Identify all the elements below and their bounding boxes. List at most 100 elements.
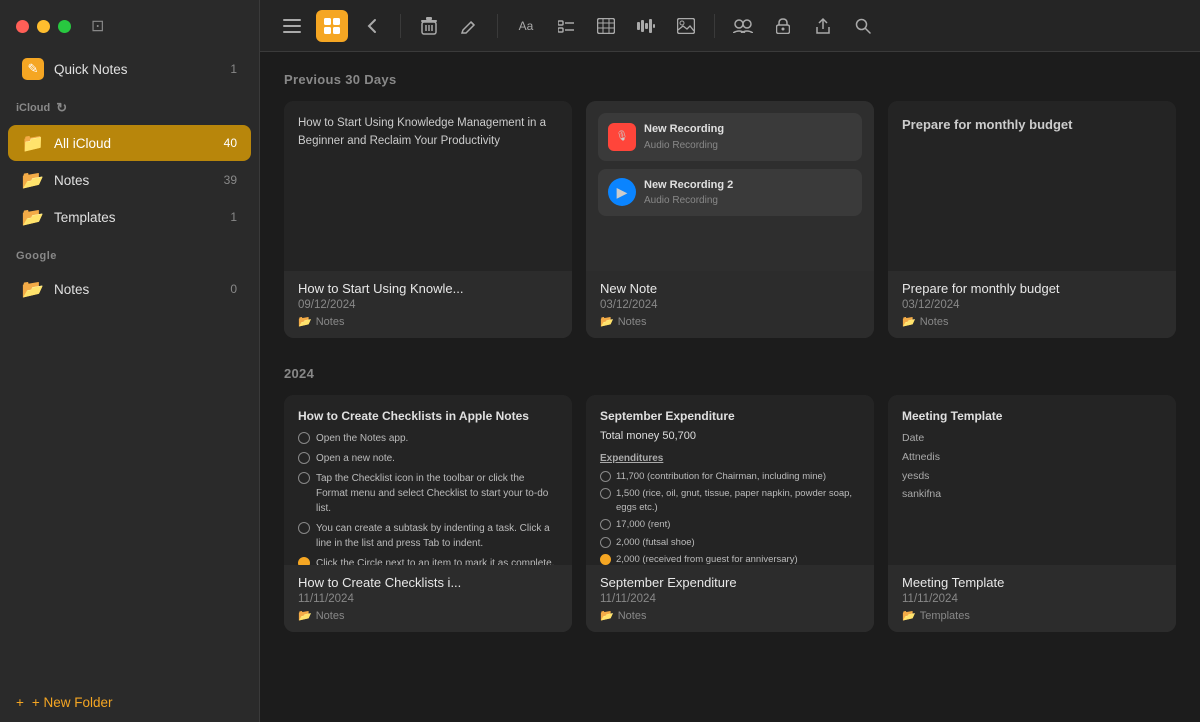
note-preview: How to Start Using Knowledge Management … xyxy=(284,101,572,271)
sidebar-item-quick-notes[interactable]: ✎ Quick Notes 1 xyxy=(8,51,251,87)
grid-view-button[interactable] xyxy=(316,10,348,42)
note-preview-meeting: Meeting Template Date Attnedis yesds san… xyxy=(888,395,1176,565)
note-card-knowledge-mgmt[interactable]: How to Start Using Knowledge Management … xyxy=(284,101,572,338)
note-info-2: New Note 03/12/2024 📂 Notes xyxy=(586,271,874,338)
exp-dot xyxy=(600,537,611,548)
folder-icon-6: 📂 xyxy=(902,609,916,622)
budget-preview-title: Prepare for monthly budget xyxy=(902,115,1072,135)
note-folder: 📂 Notes xyxy=(298,315,558,328)
exp-text: 11,700 (contribution for Chairman, inclu… xyxy=(616,470,826,484)
sidebar-item-count: 39 xyxy=(224,173,237,187)
note-folder-4: 📂 Notes xyxy=(298,609,558,622)
close-button[interactable] xyxy=(16,20,29,33)
exp-item-1: 11,700 (contribution for Chairman, inclu… xyxy=(600,470,860,484)
exp-dot-checked xyxy=(600,554,611,565)
note-date-4: 11/11/2024 xyxy=(298,593,558,605)
sidebar-item-label: All iCloud xyxy=(54,136,214,151)
list-view-button[interactable] xyxy=(276,10,308,42)
meeting-field-4: sankifna xyxy=(902,487,1162,503)
collab-button[interactable] xyxy=(727,10,759,42)
sidebar-item-label: Quick Notes xyxy=(54,62,220,77)
sidebar-item-label: Notes xyxy=(54,173,214,188)
note-info-6: Meeting Template 11/11/2024 📂 Templates xyxy=(888,565,1176,632)
note-card-meeting[interactable]: Meeting Template Date Attnedis yesds san… xyxy=(888,395,1176,632)
exp-total: Total money 50,700 xyxy=(600,428,860,445)
sidebar-item-icloud-templates[interactable]: 📂 Templates 1 xyxy=(8,199,251,235)
sidebar-toggle-button[interactable]: ⊡ xyxy=(91,16,104,36)
play-icon: ▶ xyxy=(608,178,636,206)
media-button[interactable] xyxy=(670,10,702,42)
audio-item-info: New Recording Audio Recording xyxy=(644,121,852,153)
checklist-text: You can create a subtask by indenting a … xyxy=(316,521,558,551)
checklist-item-3: Tap the Checklist icon in the toolbar or… xyxy=(298,471,558,516)
folder-icon: 📂 xyxy=(22,278,44,300)
note-card-expenditure[interactable]: September Expenditure Total money 50,700… xyxy=(586,395,874,632)
share-button[interactable] xyxy=(807,10,839,42)
checklist-text: Open the Notes app. xyxy=(316,431,408,446)
exp-text: 17,000 (rent) xyxy=(616,518,670,532)
checklist-circle xyxy=(298,452,310,464)
section-title-2024: 2024 xyxy=(284,366,1176,381)
audio-title: New Recording xyxy=(644,121,852,138)
checklist-circle xyxy=(298,472,310,484)
folder-icon-2: 📂 xyxy=(600,315,614,328)
sync-icon: ↻ xyxy=(56,100,67,116)
icloud-label-text: iCloud xyxy=(16,102,50,114)
meeting-title: Meeting Template xyxy=(902,407,1162,425)
audio-sub-2: Audio Recording xyxy=(644,193,852,208)
icloud-group-label: iCloud ↻ xyxy=(0,92,259,120)
note-preview-budget: Prepare for monthly budget xyxy=(888,101,1176,271)
maximize-button[interactable] xyxy=(58,20,71,33)
note-folder-6: 📂 Templates xyxy=(902,609,1162,622)
exp-text: 1,500 (rice, oil, gnut, tissue, paper na… xyxy=(616,487,860,516)
folder-icon: 📁 xyxy=(22,132,44,154)
checklist-circle-checked xyxy=(298,557,310,565)
toolbar-divider-3 xyxy=(714,14,715,38)
sidebar-item-icloud-notes[interactable]: 📂 Notes 39 xyxy=(8,162,251,198)
minimize-button[interactable] xyxy=(37,20,50,33)
note-folder-name-4: Notes xyxy=(316,610,345,622)
record-icon: 🎙 xyxy=(608,123,636,151)
font-button[interactable]: Aa xyxy=(510,10,542,42)
checklist-item-1: Open the Notes app. xyxy=(298,431,558,446)
note-preview-content: How to Start Using Knowledge Management … xyxy=(298,115,558,151)
year-2024-grid: How to Create Checklists in Apple Notes … xyxy=(284,395,1176,632)
audio-item-1: 🎙 New Recording Audio Recording xyxy=(598,113,862,161)
exp-item-3: 17,000 (rent) xyxy=(600,518,860,532)
checklist-text: Click the Circle next to an item to mark… xyxy=(316,556,554,565)
sidebar-item-count: 1 xyxy=(230,62,237,76)
back-button[interactable] xyxy=(356,10,388,42)
checklist-circle xyxy=(298,522,310,534)
note-card-new-note[interactable]: 🎙 New Recording Audio Recording ▶ New Re… xyxy=(586,101,874,338)
note-card-checklists[interactable]: How to Create Checklists in Apple Notes … xyxy=(284,395,572,632)
note-card-budget[interactable]: Prepare for monthly budget Prepare for m… xyxy=(888,101,1176,338)
delete-button[interactable] xyxy=(413,10,445,42)
audio-button[interactable] xyxy=(630,10,662,42)
table-button[interactable] xyxy=(590,10,622,42)
search-button[interactable] xyxy=(847,10,879,42)
checklist-button[interactable] xyxy=(550,10,582,42)
note-folder-name-3: Notes xyxy=(920,316,949,328)
sidebar-item-all-icloud[interactable]: 📁 All iCloud 40 xyxy=(8,125,251,161)
note-preview-checklist: How to Create Checklists in Apple Notes … xyxy=(284,395,572,565)
section-title-30days: Previous 30 Days xyxy=(284,72,1176,87)
new-folder-button[interactable]: + + New Folder xyxy=(0,683,259,722)
checklist-text: Tap the Checklist icon in the toolbar or… xyxy=(316,471,558,516)
note-title-2: New Note xyxy=(600,281,860,296)
exp-title: September Expenditure xyxy=(600,407,860,425)
quick-notes-section: ✎ Quick Notes 1 xyxy=(0,46,259,92)
note-folder-name-5: Notes xyxy=(618,610,647,622)
new-folder-icon: + xyxy=(16,695,24,710)
folder-icon: 📂 xyxy=(22,169,44,191)
compose-button[interactable] xyxy=(453,10,485,42)
toolbar-divider-2 xyxy=(497,14,498,38)
notes-content: Previous 30 Days How to Start Using Know… xyxy=(260,52,1200,722)
checklist-preview-title: How to Create Checklists in Apple Notes xyxy=(298,407,558,425)
note-date-5: 11/11/2024 xyxy=(600,593,860,605)
lock-button[interactable] xyxy=(767,10,799,42)
toolbar-divider xyxy=(400,14,401,38)
note-date-6: 11/11/2024 xyxy=(902,593,1162,605)
sidebar-item-label: Notes xyxy=(54,282,220,297)
sidebar-item-google-notes[interactable]: 📂 Notes 0 xyxy=(8,271,251,307)
note-title: How to Start Using Knowle... xyxy=(298,281,558,296)
